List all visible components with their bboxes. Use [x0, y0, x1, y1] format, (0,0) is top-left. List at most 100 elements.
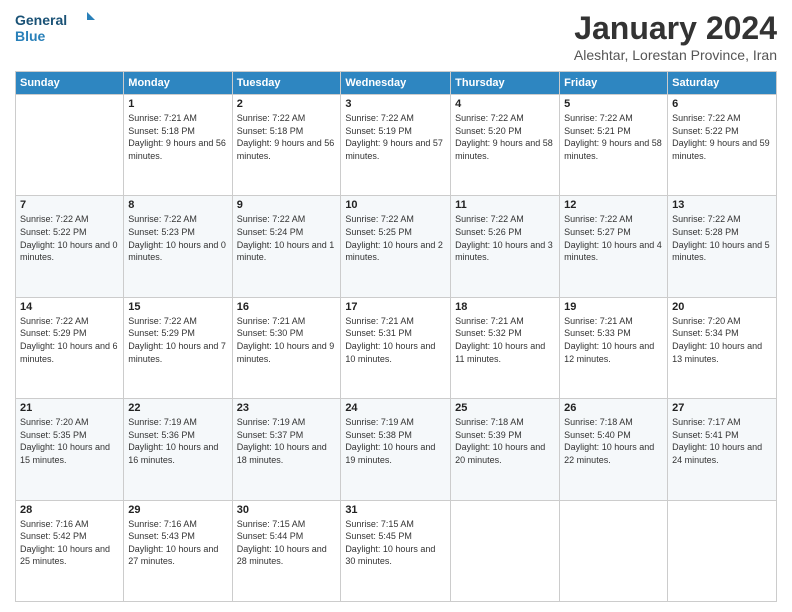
sunset-text: Sunset: 5:29 PM: [20, 327, 119, 340]
sunset-text: Sunset: 5:37 PM: [237, 429, 337, 442]
table-row: 10 Sunrise: 7:22 AMSunset: 5:25 PMDayligh…: [341, 196, 451, 297]
daylight-text: Daylight: 10 hours and 18 minutes.: [237, 441, 337, 466]
day-number: 12: [564, 199, 663, 211]
calendar-week-row: 21Sunrise: 7:20 AMSunset: 5:35 PMDayligh…: [16, 399, 777, 500]
day-number: 23: [237, 402, 337, 414]
sunset-text: Sunset: 5:22 PM: [20, 226, 119, 239]
day-info: Sunrise: 7:18 AMSunset: 5:39 PMDaylight:…: [455, 416, 555, 466]
day-number: 2: [237, 98, 337, 110]
day-info: Sunrise: 7:22 AMSunset: 5:22 PMDaylight:…: [672, 112, 772, 162]
day-info: Sunrise: 7:19 AMSunset: 5:36 PMDaylight:…: [128, 416, 227, 466]
day-number: 20: [672, 301, 772, 313]
table-row: 28Sunrise: 7:16 AMSunset: 5:42 PMDayligh…: [16, 500, 124, 601]
calendar-header-row: Sunday Monday Tuesday Wednesday Thursday…: [16, 72, 777, 95]
table-row: 15Sunrise: 7:22 AMSunset: 5:29 PMDayligh…: [124, 297, 232, 398]
day-number: 10: [345, 199, 446, 211]
day-number: 31: [345, 504, 446, 516]
sunrise-text: Sunrise: 7:15 AM: [345, 518, 446, 531]
sunrise-text: Sunrise: 7:22 AM: [237, 213, 337, 226]
daylight-text: Daylight: 10 hours and 19 minutes.: [345, 441, 446, 466]
day-info: Sunrise: 7:19 AMSunset: 5:38 PMDaylight:…: [345, 416, 446, 466]
calendar-week-row: 28Sunrise: 7:16 AMSunset: 5:42 PMDayligh…: [16, 500, 777, 601]
day-number: 18: [455, 301, 555, 313]
day-info: Sunrise: 7:15 AMSunset: 5:45 PMDaylight:…: [345, 518, 446, 568]
day-info: Sunrise: 7:19 AMSunset: 5:37 PMDaylight:…: [237, 416, 337, 466]
daylight-text: Daylight: 10 hours and 10 minutes.: [345, 340, 446, 365]
sunrise-text: Sunrise: 7:18 AM: [455, 416, 555, 429]
day-info: Sunrise: 7:22 AMSunset: 5:29 PMDaylight:…: [20, 315, 119, 365]
daylight-text: Daylight: 9 hours and 56 minutes.: [128, 137, 227, 162]
table-row: 22Sunrise: 7:19 AMSunset: 5:36 PMDayligh…: [124, 399, 232, 500]
day-info: Sunrise: 7:20 AMSunset: 5:35 PMDaylight:…: [20, 416, 119, 466]
day-number: 1: [128, 98, 227, 110]
header: General Blue January 2024 Aleshtar, Lore…: [15, 10, 777, 63]
day-number: 24: [345, 402, 446, 414]
sunrise-text: Sunrise: 7:22 AM: [672, 112, 772, 125]
day-info: Sunrise: 7:22 AMSunset: 5:25 PMDaylight:…: [345, 213, 446, 263]
daylight-text: Daylight: 10 hours and 3 minutes.: [455, 239, 555, 264]
day-number: 30: [237, 504, 337, 516]
sunrise-text: Sunrise: 7:21 AM: [237, 315, 337, 328]
sunrise-text: Sunrise: 7:22 AM: [564, 112, 663, 125]
day-number: 6: [672, 98, 772, 110]
sunset-text: Sunset: 5:44 PM: [237, 530, 337, 543]
sunset-text: Sunset: 5:28 PM: [672, 226, 772, 239]
daylight-text: Daylight: 10 hours and 0 minutes.: [20, 239, 119, 264]
sunset-text: Sunset: 5:45 PM: [345, 530, 446, 543]
sunset-text: Sunset: 5:18 PM: [237, 125, 337, 138]
sunrise-text: Sunrise: 7:22 AM: [345, 213, 446, 226]
table-row: 11 Sunrise: 7:22 AMSunset: 5:26 PMDayligh…: [451, 196, 560, 297]
daylight-text: Daylight: 10 hours and 12 minutes.: [564, 340, 663, 365]
day-info: Sunrise: 7:16 AMSunset: 5:43 PMDaylight:…: [128, 518, 227, 568]
sunrise-text: Sunrise: 7:21 AM: [455, 315, 555, 328]
day-number: 11: [455, 199, 555, 211]
table-row: 14Sunrise: 7:22 AMSunset: 5:29 PMDayligh…: [16, 297, 124, 398]
daylight-text: Daylight: 10 hours and 4 minutes.: [564, 239, 663, 264]
daylight-text: Daylight: 10 hours and 30 minutes.: [345, 543, 446, 568]
table-row: [451, 500, 560, 601]
day-info: Sunrise: 7:22 AMSunset: 5:28 PMDaylight:…: [672, 213, 772, 263]
table-row: 25Sunrise: 7:18 AMSunset: 5:39 PMDayligh…: [451, 399, 560, 500]
col-saturday: Saturday: [668, 72, 777, 95]
daylight-text: Daylight: 10 hours and 20 minutes.: [455, 441, 555, 466]
day-info: Sunrise: 7:21 AMSunset: 5:31 PMDaylight:…: [345, 315, 446, 365]
sunrise-text: Sunrise: 7:16 AM: [20, 518, 119, 531]
sunrise-text: Sunrise: 7:22 AM: [128, 315, 227, 328]
day-info: Sunrise: 7:15 AMSunset: 5:44 PMDaylight:…: [237, 518, 337, 568]
day-info: Sunrise: 7:21 AMSunset: 5:32 PMDaylight:…: [455, 315, 555, 365]
day-info: Sunrise: 7:18 AMSunset: 5:40 PMDaylight:…: [564, 416, 663, 466]
sunset-text: Sunset: 5:38 PM: [345, 429, 446, 442]
daylight-text: Daylight: 10 hours and 0 minutes.: [128, 239, 227, 264]
sunrise-text: Sunrise: 7:22 AM: [345, 112, 446, 125]
sunset-text: Sunset: 5:30 PM: [237, 327, 337, 340]
daylight-text: Daylight: 10 hours and 15 minutes.: [20, 441, 119, 466]
day-number: 3: [345, 98, 446, 110]
sunrise-text: Sunrise: 7:22 AM: [20, 315, 119, 328]
day-info: Sunrise: 7:21 AMSunset: 5:30 PMDaylight:…: [237, 315, 337, 365]
calendar-week-row: 14Sunrise: 7:22 AMSunset: 5:29 PMDayligh…: [16, 297, 777, 398]
day-info: Sunrise: 7:22 AMSunset: 5:27 PMDaylight:…: [564, 213, 663, 263]
table-row: 18 Sunrise: 7:21 AMSunset: 5:32 PMDayligh…: [451, 297, 560, 398]
table-row: 3Sunrise: 7:22 AMSunset: 5:19 PMDaylight…: [341, 95, 451, 196]
day-number: 8: [128, 199, 227, 211]
col-friday: Friday: [560, 72, 668, 95]
day-number: 15: [128, 301, 227, 313]
day-info: Sunrise: 7:22 AMSunset: 5:26 PMDaylight:…: [455, 213, 555, 263]
table-row: [668, 500, 777, 601]
daylight-text: Daylight: 10 hours and 28 minutes.: [237, 543, 337, 568]
table-row: 7Sunrise: 7:22 AMSunset: 5:22 PMDaylight…: [16, 196, 124, 297]
sunset-text: Sunset: 5:21 PM: [564, 125, 663, 138]
sunrise-text: Sunrise: 7:22 AM: [237, 112, 337, 125]
daylight-text: Daylight: 9 hours and 58 minutes.: [455, 137, 555, 162]
calendar-table: Sunday Monday Tuesday Wednesday Thursday…: [15, 71, 777, 602]
daylight-text: Daylight: 10 hours and 7 minutes.: [128, 340, 227, 365]
logo: General Blue: [15, 10, 95, 46]
table-row: 26Sunrise: 7:18 AMSunset: 5:40 PMDayligh…: [560, 399, 668, 500]
table-row: 2Sunrise: 7:22 AMSunset: 5:18 PMDaylight…: [232, 95, 341, 196]
table-row: 27Sunrise: 7:17 AMSunset: 5:41 PMDayligh…: [668, 399, 777, 500]
sunrise-text: Sunrise: 7:20 AM: [20, 416, 119, 429]
day-number: 17: [345, 301, 446, 313]
day-number: 13: [672, 199, 772, 211]
sunset-text: Sunset: 5:40 PM: [564, 429, 663, 442]
daylight-text: Daylight: 9 hours and 57 minutes.: [345, 137, 446, 162]
